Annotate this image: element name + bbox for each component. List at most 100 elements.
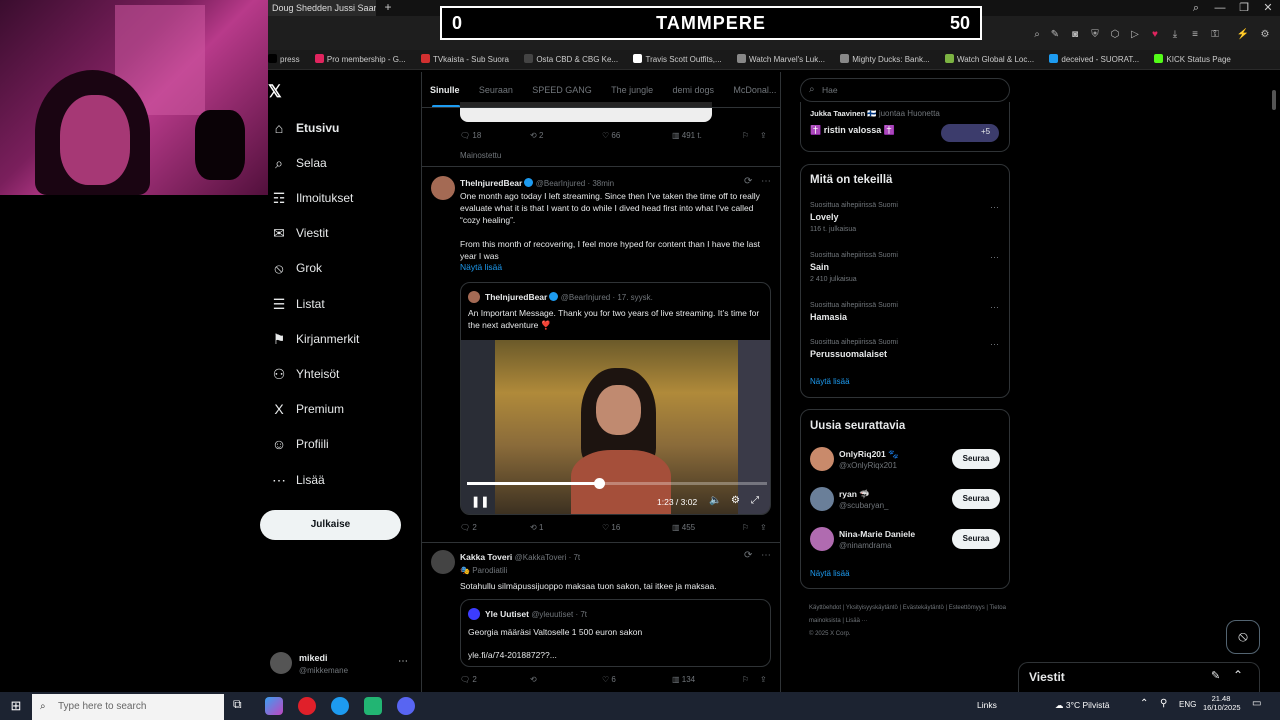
repost-icon[interactable]: ⟲ 1	[530, 523, 543, 532]
reply-icon[interactable]: 🗨 2	[460, 675, 477, 684]
trend-item[interactable]: Suosittua aihepiirissä Suomi Lovely 116 …	[801, 199, 1009, 243]
grok-icon[interactable]: ⟳	[744, 550, 752, 561]
grok-floating-button[interactable]: ⦸	[1226, 620, 1260, 654]
settings-icon[interactable]: ⚙	[1258, 28, 1272, 42]
quoted-link[interactable]: yle.fi/a/74-2018872??...	[468, 649, 764, 661]
follow-suggestion[interactable]: OnlyRiq201 🐾 @xOnlyRiqx201 Seuraa	[801, 446, 1009, 476]
views-icon[interactable]: ▥ 455	[672, 523, 695, 532]
video-player[interactable]: ❚❚ 1:23 / 3:02 🔈 ⚙ ⤢	[461, 340, 770, 514]
weather-widget[interactable]: ☁ 3°C Pilvistä	[1055, 700, 1109, 711]
bookmark-icon[interactable]: ⚐	[742, 131, 749, 140]
quoted-post[interactable]: Yle Uutiset @yleuutiset · 7t Georgia mää…	[460, 599, 771, 667]
sidebar-item-more[interactable]: ⋯ Lisää	[268, 468, 325, 492]
discord-icon[interactable]	[397, 697, 415, 715]
bookmark-item[interactable]: TVkaista - Sub Suora	[420, 50, 509, 69]
menu-lines-icon[interactable]: ≡	[1188, 28, 1202, 42]
fullscreen-icon[interactable]: ⤢	[751, 495, 759, 506]
trend-item[interactable]: Suosittua aihepiirissä Suomi Hamasia ⋯	[801, 299, 1009, 333]
like-icon[interactable]: ♡ 16	[602, 523, 620, 532]
close-window-icon[interactable]: ✕	[1256, 0, 1280, 16]
edge-icon[interactable]	[331, 697, 349, 715]
tab-the-jungle[interactable]: The jungle	[603, 72, 661, 107]
reply-icon[interactable]: 🗨 18	[460, 131, 481, 140]
follow-suggestion[interactable]: ryan 🦈 @scubaryan_ Seuraa	[801, 486, 1009, 516]
bookmark-item[interactable]: Watch Marvel's Luk...	[737, 50, 825, 69]
views-icon[interactable]: ▥ 491 t.	[672, 131, 702, 140]
opera-icon[interactable]	[298, 697, 316, 715]
lock-icon[interactable]: ⚿	[1208, 28, 1222, 42]
avatar[interactable]	[431, 176, 455, 200]
sidebar-item-messages[interactable]: ✉ Viestit	[268, 221, 328, 245]
avatar[interactable]	[431, 550, 455, 574]
edit-icon[interactable]: ✎	[1048, 28, 1062, 42]
follow-suggestion[interactable]: Nina-Marie Daniele @ninamdrama Seuraa	[801, 526, 1009, 556]
bookmark-icon[interactable]: ⚐	[742, 675, 749, 684]
links-toolbar[interactable]: Links	[977, 700, 997, 710]
sidebar-item-explore[interactable]: ⌕ Selaa	[268, 151, 327, 175]
search-tabs-icon[interactable]: ⌕	[1184, 0, 1208, 16]
network-icon[interactable]: ⚲	[1160, 698, 1167, 709]
live-space-card[interactable]: Jukka Taavinen 🇫🇮 juontaa Huonetta ✝️ ri…	[800, 102, 1010, 152]
footer-link[interactable]: Käyttöehdot	[809, 605, 841, 611]
post-author[interactable]: Kakka Toveri @KakkaToveri · 7t	[460, 552, 580, 562]
repost-icon[interactable]: ⟲	[530, 675, 537, 684]
show-more-link[interactable]: Näytä lisää	[460, 262, 502, 272]
sidebar-item-home[interactable]: ⌂ Etusivu	[268, 116, 340, 140]
app-icon[interactable]	[364, 697, 382, 715]
bookmark-item[interactable]: Osta CBD & CBG Ke...	[524, 50, 618, 69]
tab-demi-dogs[interactable]: demi dogs	[664, 72, 722, 107]
share-icon[interactable]: ⇪	[760, 523, 767, 532]
repost-icon[interactable]: ⟲ 2	[530, 131, 543, 140]
search-field[interactable]: ⌕ Hae	[800, 78, 1010, 102]
follow-button[interactable]: Seuraa	[952, 449, 1000, 469]
show-more-link[interactable]: Näytä lisää	[810, 569, 850, 578]
bookmark-item[interactable]: Watch Global & Loc...	[944, 50, 1034, 69]
views-icon[interactable]: ▥ 134	[672, 675, 695, 684]
tab-speed-gang[interactable]: SPEED GANG	[524, 72, 600, 107]
windows-start-icon[interactable]: ⊞	[0, 692, 32, 720]
search-icon[interactable]: ⌕	[1030, 28, 1044, 42]
account-switcher[interactable]: mikedi @mikkemane ⋯	[268, 650, 418, 682]
volume-icon[interactable]: 🔈	[709, 495, 721, 506]
like-icon[interactable]: ♡ 6	[602, 675, 616, 684]
minimize-icon[interactable]: —	[1208, 0, 1232, 16]
scrollbar-thumb[interactable]	[1272, 90, 1276, 110]
bookmark-item[interactable]: Travis Scott Outfits,...	[633, 50, 722, 69]
more-icon[interactable]: ⋯	[761, 550, 771, 561]
heart-icon[interactable]: ♥	[1148, 28, 1162, 42]
footer-link[interactable]: Yksityisyyskäytäntö	[846, 605, 898, 611]
task-view-icon[interactable]: ⧉	[233, 697, 242, 712]
taskbar-search-input[interactable]: ⌕ Type here to search	[32, 694, 224, 720]
sidebar-item-bookmarks[interactable]: ⚑ Kirjanmerkit	[268, 327, 360, 351]
pause-icon[interactable]: ❚❚	[471, 495, 489, 508]
play-icon[interactable]: ▷	[1128, 28, 1142, 42]
sidebar-item-premium[interactable]: X Premium	[268, 397, 344, 421]
shield-icon[interactable]: ⛨	[1088, 28, 1102, 42]
post-button[interactable]: Julkaise	[260, 510, 401, 540]
follow-button[interactable]: Seuraa	[952, 529, 1000, 549]
sidebar-item-communities[interactable]: ⚇ Yhteisöt	[268, 362, 340, 386]
extension-icon[interactable]: ⚡	[1236, 28, 1250, 42]
quoted-post[interactable]: TheInjuredBear @BearInjured · 17. syysk.…	[460, 282, 771, 515]
grok-icon[interactable]: ⟳	[744, 176, 752, 187]
notifications-icon[interactable]: ▭	[1252, 698, 1261, 709]
trend-item[interactable]: Suosittua aihepiirissä Suomi Perussuomal…	[801, 336, 1009, 370]
share-icon[interactable]: ⇪	[760, 131, 767, 140]
settings-icon[interactable]: ⚙	[731, 495, 740, 506]
new-tab-button[interactable]: +	[380, 0, 396, 16]
trend-item[interactable]: Suosittua aihepiirissä Suomi Sain 2 410 …	[801, 249, 1009, 293]
cube-icon[interactable]: ⬡	[1108, 28, 1122, 42]
footer-link[interactable]: Lisää ···	[846, 618, 868, 624]
follow-button[interactable]: Seuraa	[952, 489, 1000, 509]
tab-mcdonalds[interactable]: McDonal...	[725, 72, 780, 107]
language-indicator[interactable]: ENG	[1179, 700, 1196, 709]
copilot-icon[interactable]	[265, 697, 283, 715]
tab-following[interactable]: Seuraan	[471, 72, 521, 107]
post-author[interactable]: TheInjuredBear @BearInjured · 38min	[460, 178, 614, 188]
tray-chevron-icon[interactable]: ⌃	[1140, 698, 1148, 709]
footer-link[interactable]: Esteettömyys	[949, 605, 985, 611]
browser-tab-active[interactable]: Doug Shedden Jussi Saari...	[268, 0, 376, 16]
footer-link[interactable]: Evästekäytäntö	[903, 605, 944, 611]
chevron-up-icon[interactable]: ⌃	[1233, 668, 1243, 682]
bookmark-item[interactable]: deceived - SUORAT...	[1049, 50, 1139, 69]
